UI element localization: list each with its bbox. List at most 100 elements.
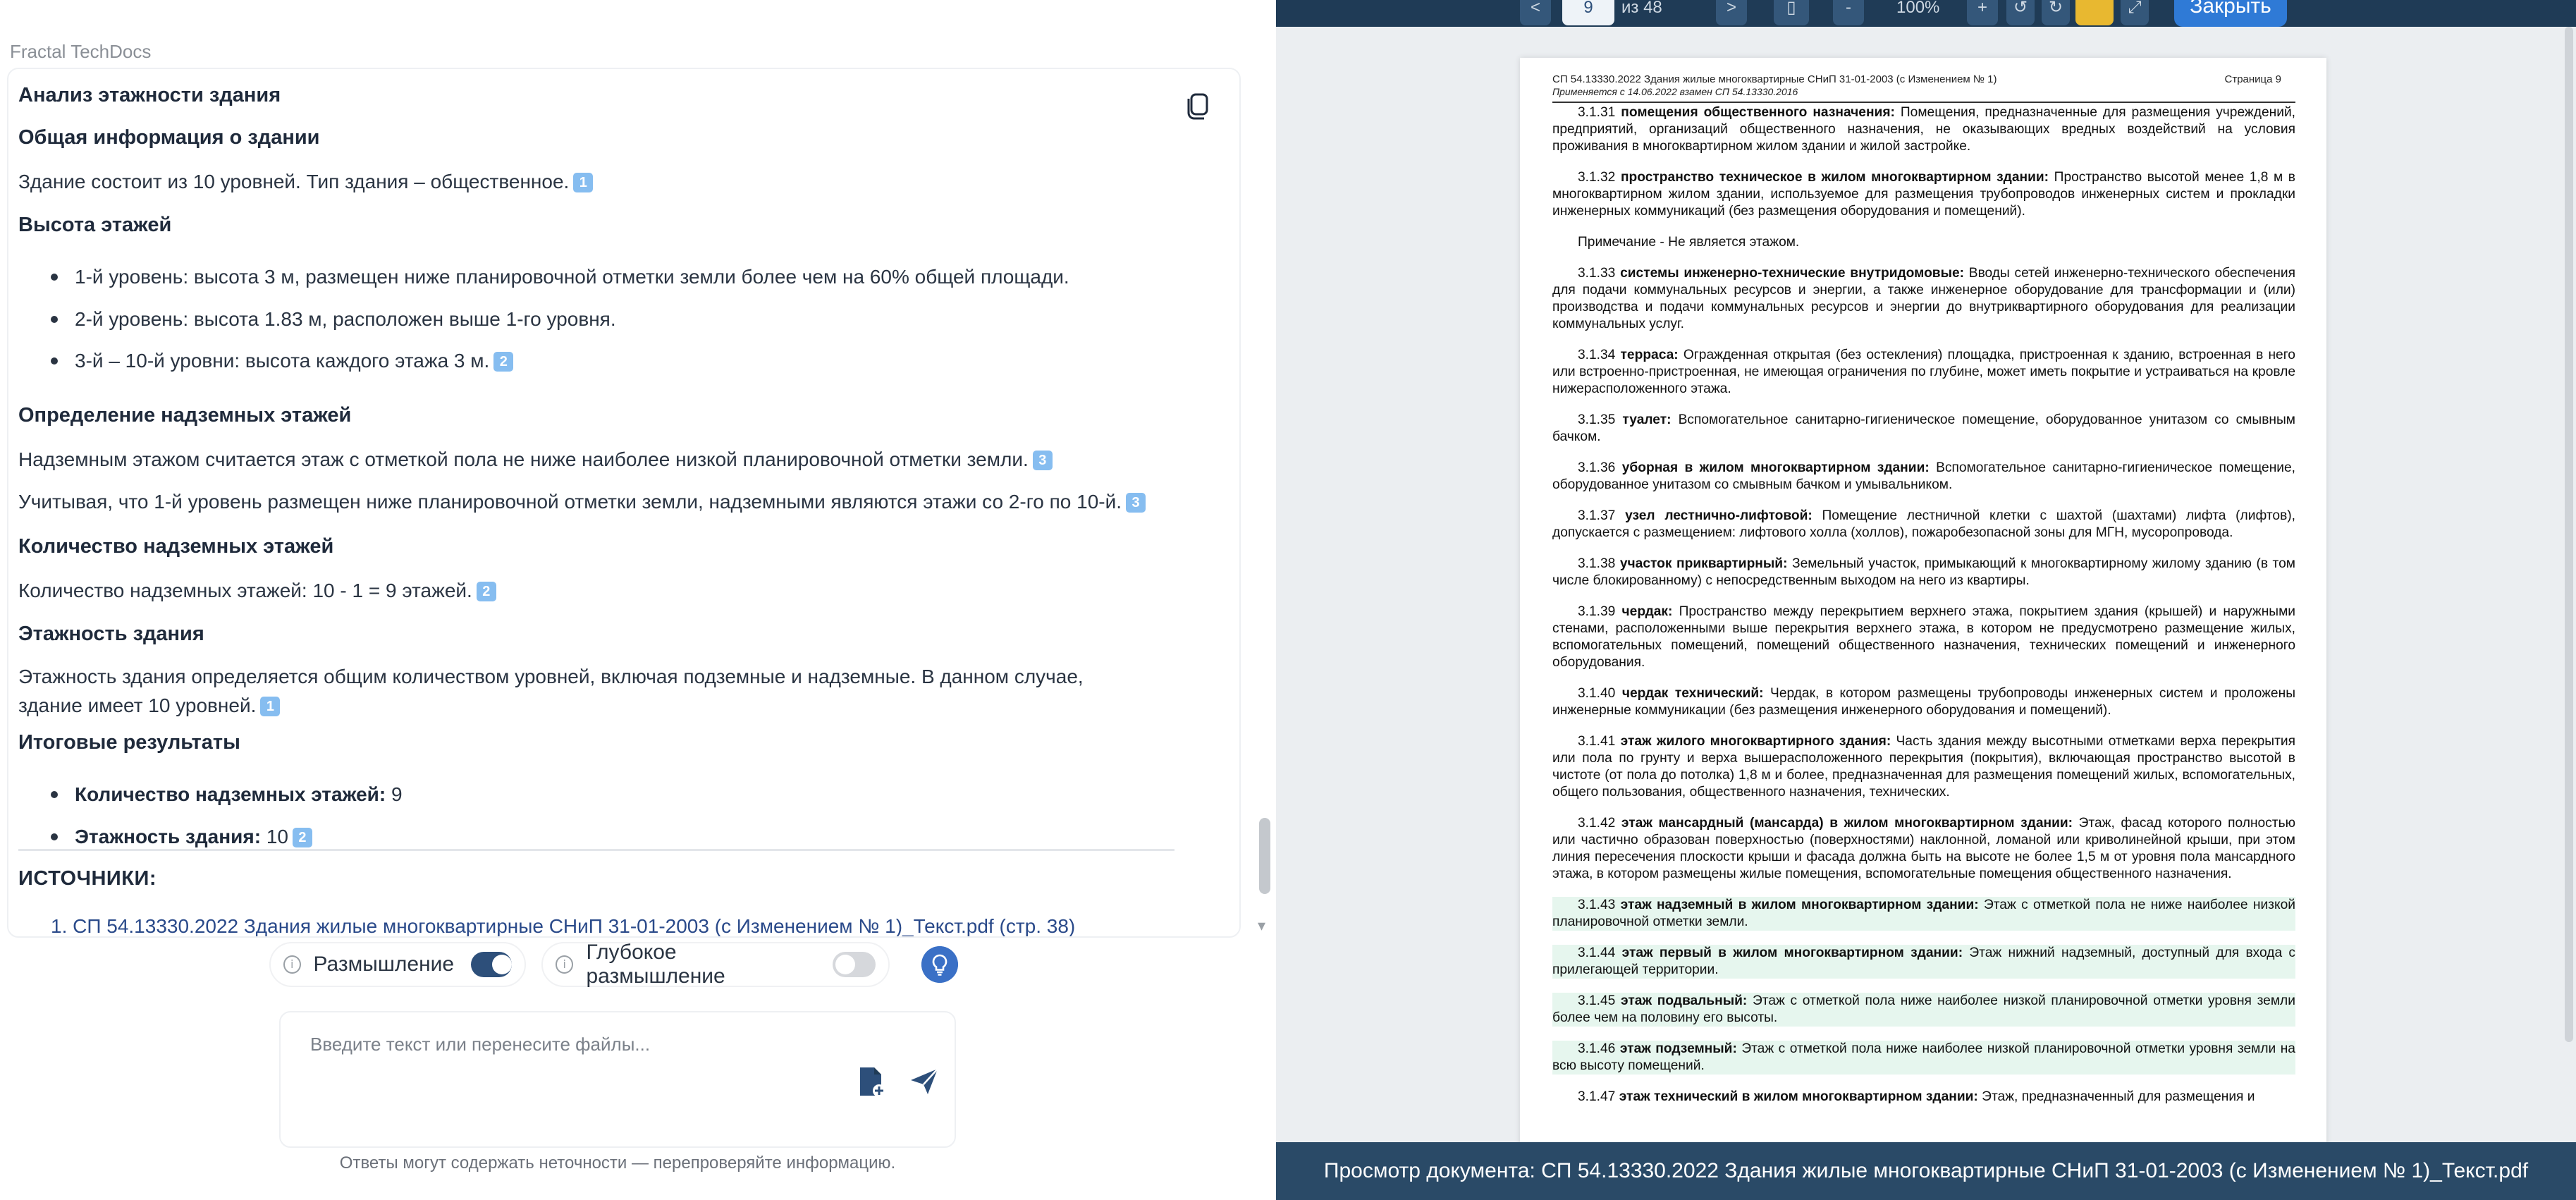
clause-number: 3.1.44 — [1578, 945, 1616, 960]
page-total: из 48 — [1621, 0, 1662, 17]
info-icon[interactable]: i — [556, 955, 574, 974]
zoom-in-button[interactable]: + — [1967, 0, 1998, 25]
clause-term: этаж подземный: — [1619, 1041, 1737, 1056]
text: 1-й уровень: высота 3 м, размещен ниже п… — [75, 266, 1069, 288]
attach-file-icon[interactable] — [856, 1065, 887, 1098]
text: Этажность здания определяется общим коли… — [18, 666, 1084, 716]
document-paragraph: 3.1.37 узел лестнично-лифтовой: Помещени… — [1552, 508, 2295, 541]
section-title: Итоговые результаты — [18, 731, 240, 754]
clause-number: 3.1.46 — [1578, 1041, 1616, 1056]
viewer-footer-title: Просмотр документа: СП 54.13330.2022 Зда… — [1276, 1142, 2576, 1200]
sources-title: ИСТОЧНИКИ: — [18, 867, 157, 890]
clause-term: этаж надземный в жилом многоквартирном з… — [1620, 898, 1979, 912]
clause-number: 3.1.37 — [1578, 508, 1616, 523]
citation-badge[interactable]: 3 — [1032, 451, 1053, 470]
source-link[interactable]: 1. СП 54.13330.2022 Здания жилые многокв… — [51, 915, 1075, 936]
fullscreen-icon[interactable]: ⤢ — [2121, 0, 2149, 25]
clause-term: этаж мансардный (мансарда) в жилом много… — [1621, 816, 2073, 831]
print-icon[interactable]: ▯ — [1774, 0, 1809, 25]
section-text: Этажность здания определяется общим коли… — [18, 663, 1125, 720]
citation-badge[interactable]: 2 — [292, 827, 312, 847]
document-paragraph: 3.1.44 этаж первый в жилом многоквартирн… — [1552, 945, 2295, 979]
clause-term: пространство техническое в жилом многокв… — [1620, 170, 2049, 185]
result-value: 9 — [391, 783, 403, 805]
floor-heights-list: 1-й уровень: высота 3 м, размещен ниже п… — [47, 265, 1174, 391]
section-title: Количество надземных этажей — [18, 535, 334, 558]
clause-number: 3.1.47 — [1578, 1089, 1616, 1104]
copy-icon[interactable] — [1183, 87, 1214, 121]
scrollbar-thumb[interactable] — [1259, 818, 1270, 894]
result-label: Количество надземных этажей: — [75, 783, 386, 805]
next-page-button[interactable]: > — [1716, 0, 1747, 25]
clause-number: 3.1.42 — [1578, 816, 1616, 831]
clause-number: 3.1.41 — [1578, 734, 1616, 749]
text: 3-й – 10-й уровни: высота каждого этажа … — [75, 350, 490, 372]
clause-number: 3.1.32 — [1578, 170, 1616, 185]
clause-number: 3.1.40 — [1578, 686, 1616, 701]
toggle-knob — [835, 955, 856, 974]
lightbulb-icon[interactable] — [921, 946, 958, 983]
deep-thinking-toggle[interactable] — [833, 952, 876, 977]
document-paragraph: 3.1.41 этаж жилого многоквартирного здан… — [1552, 733, 2295, 801]
text: Надземным этажом считается этаж с отметк… — [18, 448, 1029, 470]
scroll-down-arrow-icon[interactable]: ▾ — [1258, 917, 1265, 935]
document-header-title: СП 54.13330.2022 Здания жилые многокварт… — [1552, 73, 1997, 85]
app-title: Fractal TechDocs — [10, 41, 152, 62]
list-item: Этажность здания: 10 2 — [47, 825, 1174, 849]
thinking-toggle-group: i Размышление — [269, 942, 526, 987]
list-item: 3-й – 10-й уровни: высота каждого этажа … — [47, 349, 1174, 373]
info-icon[interactable]: i — [283, 955, 301, 974]
clause-term: этаж подвальный: — [1621, 993, 1748, 1008]
thinking-toggle[interactable] — [471, 952, 513, 977]
zoom-out-button[interactable]: - — [1833, 0, 1864, 25]
toggle-knob — [492, 955, 513, 974]
document-header: СП 54.13330.2022 Здания жилые многокварт… — [1552, 73, 2295, 103]
citation-badge[interactable]: 3 — [1126, 493, 1146, 513]
clause-term: этаж жилого многоквартирного здания: — [1620, 734, 1891, 749]
chat-pane: Fractal TechDocs Анализ этажности здания… — [0, 0, 1276, 1200]
highlighter-icon[interactable] — [2075, 0, 2114, 25]
rotate-left-icon[interactable]: ↺ — [2006, 0, 2035, 25]
clause-number: 3.1.34 — [1578, 348, 1616, 362]
citation-badge[interactable]: 2 — [493, 352, 514, 372]
citation-badge[interactable]: 2 — [476, 582, 496, 601]
send-icon[interactable] — [908, 1066, 940, 1097]
citation-badge[interactable]: 1 — [260, 696, 281, 716]
section-text: Здание состоит из 10 уровней. Тип здания… — [18, 168, 594, 197]
document-paragraph: 3.1.33 системы инженерно-технические вну… — [1552, 265, 2295, 333]
close-viewer-button[interactable]: Закрыть — [2174, 0, 2287, 27]
list-item: 2-й уровень: высота 1.83 м, расположен в… — [47, 307, 1174, 331]
section-text: Надземным этажом считается этаж с отметк… — [18, 446, 1053, 475]
document-paragraph: 3.1.36 уборная в жилом многоквартирном з… — [1552, 460, 2295, 494]
scrollbar-track[interactable] — [1255, 0, 1272, 938]
text: Учитывая, что 1-й уровень размещен ниже … — [18, 491, 1122, 513]
input-placeholder: Введите текст или перенесите файлы... — [310, 1034, 651, 1055]
document-paragraph: 3.1.43 этаж надземный в жилом многокварт… — [1552, 897, 2295, 931]
result-label: Этажность здания: — [75, 825, 262, 847]
document-paragraph: 3.1.31 помещения общественного назначени… — [1552, 104, 2295, 155]
answer-card: Анализ этажности здания Общая информация… — [7, 68, 1241, 938]
list-item: 1-й уровень: высота 3 м, размещен ниже п… — [47, 265, 1174, 289]
document-paragraph: 3.1.35 туалет: Вспомогательное санитарно… — [1552, 412, 2295, 446]
citation-badge[interactable]: 1 — [573, 173, 594, 192]
section-title: Общая информация о здании — [18, 126, 320, 149]
document-scrollbar-thumb[interactable] — [2565, 27, 2573, 1042]
document-paragraph: 3.1.42 этаж мансардный (мансарда) в жило… — [1552, 815, 2295, 883]
page-number-input[interactable]: 9 — [1562, 0, 1614, 25]
clause-term: помещения общественного назначения: — [1621, 105, 1895, 120]
text: Количество надземных этажей: 10 - 1 = 9 … — [18, 580, 472, 601]
document-content: 3.1.31 помещения общественного назначени… — [1552, 104, 2295, 1120]
clause-term: чердак технический: — [1621, 686, 1764, 701]
section-text: Количество надземных этажей: 10 - 1 = 9 … — [18, 577, 496, 606]
document-canvas[interactable]: СП 54.13330.2022 Здания жилые многокварт… — [1276, 27, 2576, 1142]
clause-number: 3.1.45 — [1578, 993, 1616, 1008]
message-input[interactable]: Введите текст или перенесите файлы... — [279, 1011, 956, 1148]
document-page-label: Страница 9 — [2224, 73, 2282, 85]
clause-number: 3.1.35 — [1578, 412, 1616, 427]
rotate-right-icon[interactable]: ↻ — [2042, 0, 2070, 25]
document-paragraph: 3.1.40 чердак технический: Чердак, в кот… — [1552, 685, 2295, 719]
thinking-label: Размышление — [313, 953, 455, 976]
text: Здание состоит из 10 уровней. Тип здания… — [18, 171, 570, 192]
prev-page-button[interactable]: < — [1520, 0, 1551, 25]
result-value: 10 — [266, 825, 288, 847]
